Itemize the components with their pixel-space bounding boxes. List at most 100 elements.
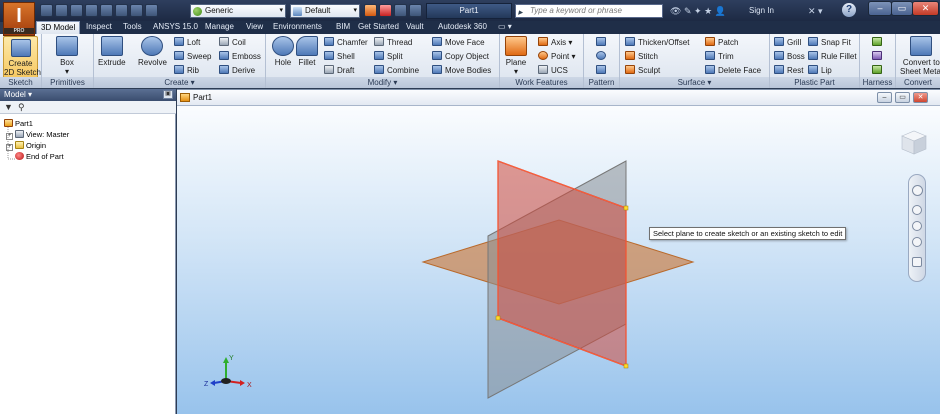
draft-button[interactable]: Draft [324,65,354,76]
tab-environments[interactable]: Environments [273,21,322,34]
harness-button-3[interactable] [872,65,885,76]
ucs-button[interactable]: UCS [538,65,568,76]
maximize-button[interactable]: ▭ [891,1,913,16]
tab-inspect[interactable]: Inspect [86,21,112,34]
shell-button[interactable]: Shell [324,51,355,62]
extrude-button[interactable]: Extrude [98,36,126,67]
orbit-icon[interactable] [912,237,922,247]
minimize-button[interactable]: – [868,1,892,16]
grill-button[interactable]: Grill [774,37,801,48]
tab-get-started[interactable]: Get Started [358,21,399,34]
mirror-button[interactable] [596,65,609,76]
binoculars-icon[interactable]: 👁 [670,6,681,16]
adjust-icon[interactable] [364,4,377,17]
rule-fillet-button[interactable]: Rule Fillet [808,51,857,62]
copy-object-button[interactable]: Copy Object [432,51,489,62]
box-button[interactable]: Box ▾ [56,36,78,76]
doc-minimize-button[interactable]: – [877,92,892,103]
appearance-dropdown[interactable]: Default ▾ [290,4,360,18]
sign-in-button[interactable]: Sign In [749,4,774,18]
filter-icon[interactable]: ▼ [4,102,13,112]
tab-vault[interactable]: Vault [406,21,424,34]
tab-3d-model[interactable]: 3D Model [36,21,81,34]
circular-pattern-button[interactable] [596,51,609,62]
new-icon[interactable] [40,4,53,17]
zoom-icon[interactable] [912,221,922,231]
harness-button-1[interactable] [872,37,885,48]
open-icon[interactable] [55,4,68,17]
plane-corner-handle[interactable] [623,363,629,369]
steering-wheel-icon[interactable] [912,185,923,196]
tab-manage[interactable]: Manage [205,21,234,34]
revolve-button[interactable]: Revolve [138,36,167,67]
user-icon[interactable]: 👤 [715,6,726,16]
graphics-viewport[interactable]: Part1 – ▭ ✕ Select plane to create sketc… [177,89,940,414]
material-dropdown[interactable]: Generic ▾ [190,4,286,18]
plane-button[interactable]: Plane ▾ [505,36,527,76]
update-icon[interactable] [145,4,158,17]
patch-button[interactable]: Patch [705,37,738,48]
undo-icon[interactable] [85,4,98,17]
home-icon[interactable] [115,4,128,17]
viewcube-icon[interactable] [898,127,930,157]
tab-view[interactable]: View [246,21,263,34]
subscription-icon[interactable]: ✎ [684,6,692,16]
origin-planes[interactable] [177,106,940,414]
sweep-button[interactable]: Sweep [174,51,211,62]
fx-icon[interactable] [394,4,407,17]
stitch-button[interactable]: Stitch [625,51,658,62]
customize-icon[interactable] [409,4,422,17]
pan-icon[interactable] [912,205,922,215]
rest-button[interactable]: Rest [774,65,803,76]
trim-button[interactable]: Trim [705,51,734,62]
pin-icon[interactable]: ▣ [163,90,173,99]
delete-face-button[interactable]: Delete Face [705,65,761,76]
tree-item-end-of-part[interactable]: End of Part [15,152,64,161]
move-face-button[interactable]: Move Face [432,37,485,48]
select-icon[interactable] [130,4,143,17]
tab-options[interactable]: ▭ ▾ [498,21,512,34]
help-button[interactable]: ? [842,3,856,17]
split-button[interactable]: Split [374,51,403,62]
axis-button[interactable]: Axis ▾ [538,37,572,48]
snap-fit-button[interactable]: Snap Fit [808,37,851,48]
point-button[interactable]: Point ▾ [538,51,575,62]
combine-button[interactable]: Combine [374,65,419,76]
rib-button[interactable]: Rib [174,65,199,76]
create-2d-sketch-button[interactable]: Create 2D Sketch [3,36,41,79]
browser-dropdown[interactable]: Model ▾ [4,90,32,99]
doc-close-button[interactable]: ✕ [913,92,928,103]
tab-bim[interactable]: BIM [336,21,350,34]
fillet-button[interactable]: Fillet [296,36,318,67]
find-icon[interactable]: ⚲ [18,102,25,112]
save-icon[interactable] [70,4,83,17]
tab-tools[interactable]: Tools [123,21,142,34]
look-at-icon[interactable] [912,257,922,267]
sculpt-button[interactable]: Sculpt [625,65,660,76]
thread-button[interactable]: Thread [374,37,412,48]
boss-button[interactable]: Boss [774,51,805,62]
rectangular-pattern-button[interactable] [596,37,609,48]
doc-restore-button[interactable]: ▭ [895,92,910,103]
coil-button[interactable]: Coil [219,37,246,48]
communication-icon[interactable]: ✦ [694,6,702,16]
chamfer-button[interactable]: Chamfer [324,37,368,48]
emboss-button[interactable]: Emboss [219,51,261,62]
move-bodies-button[interactable]: Move Bodies [432,65,491,76]
thicken-offset-button[interactable]: Thicken/Offset [625,37,689,48]
lip-button[interactable]: Lip [808,65,832,76]
document-tab-title[interactable]: Part1 [193,91,212,105]
redo-icon[interactable] [100,4,113,17]
harness-button-2[interactable] [872,51,885,62]
tab-autodesk-360[interactable]: Autodesk 360 [438,21,487,34]
plane-corner-handle[interactable] [495,315,501,321]
exchange-icon[interactable]: ✕ ▾ [808,4,823,18]
loft-button[interactable]: Loft [174,37,200,48]
hole-button[interactable]: Hole [272,36,294,67]
favorites-icon[interactable]: ★ [704,6,712,16]
derive-button[interactable]: Derive [219,65,255,76]
close-button[interactable]: ✕ [912,1,939,16]
convert-sheet-metal-button[interactable]: Convert to Sheet Metal [900,36,940,76]
app-menu-button[interactable]: I PRO [3,2,35,36]
plane-corner-handle[interactable] [623,205,629,211]
